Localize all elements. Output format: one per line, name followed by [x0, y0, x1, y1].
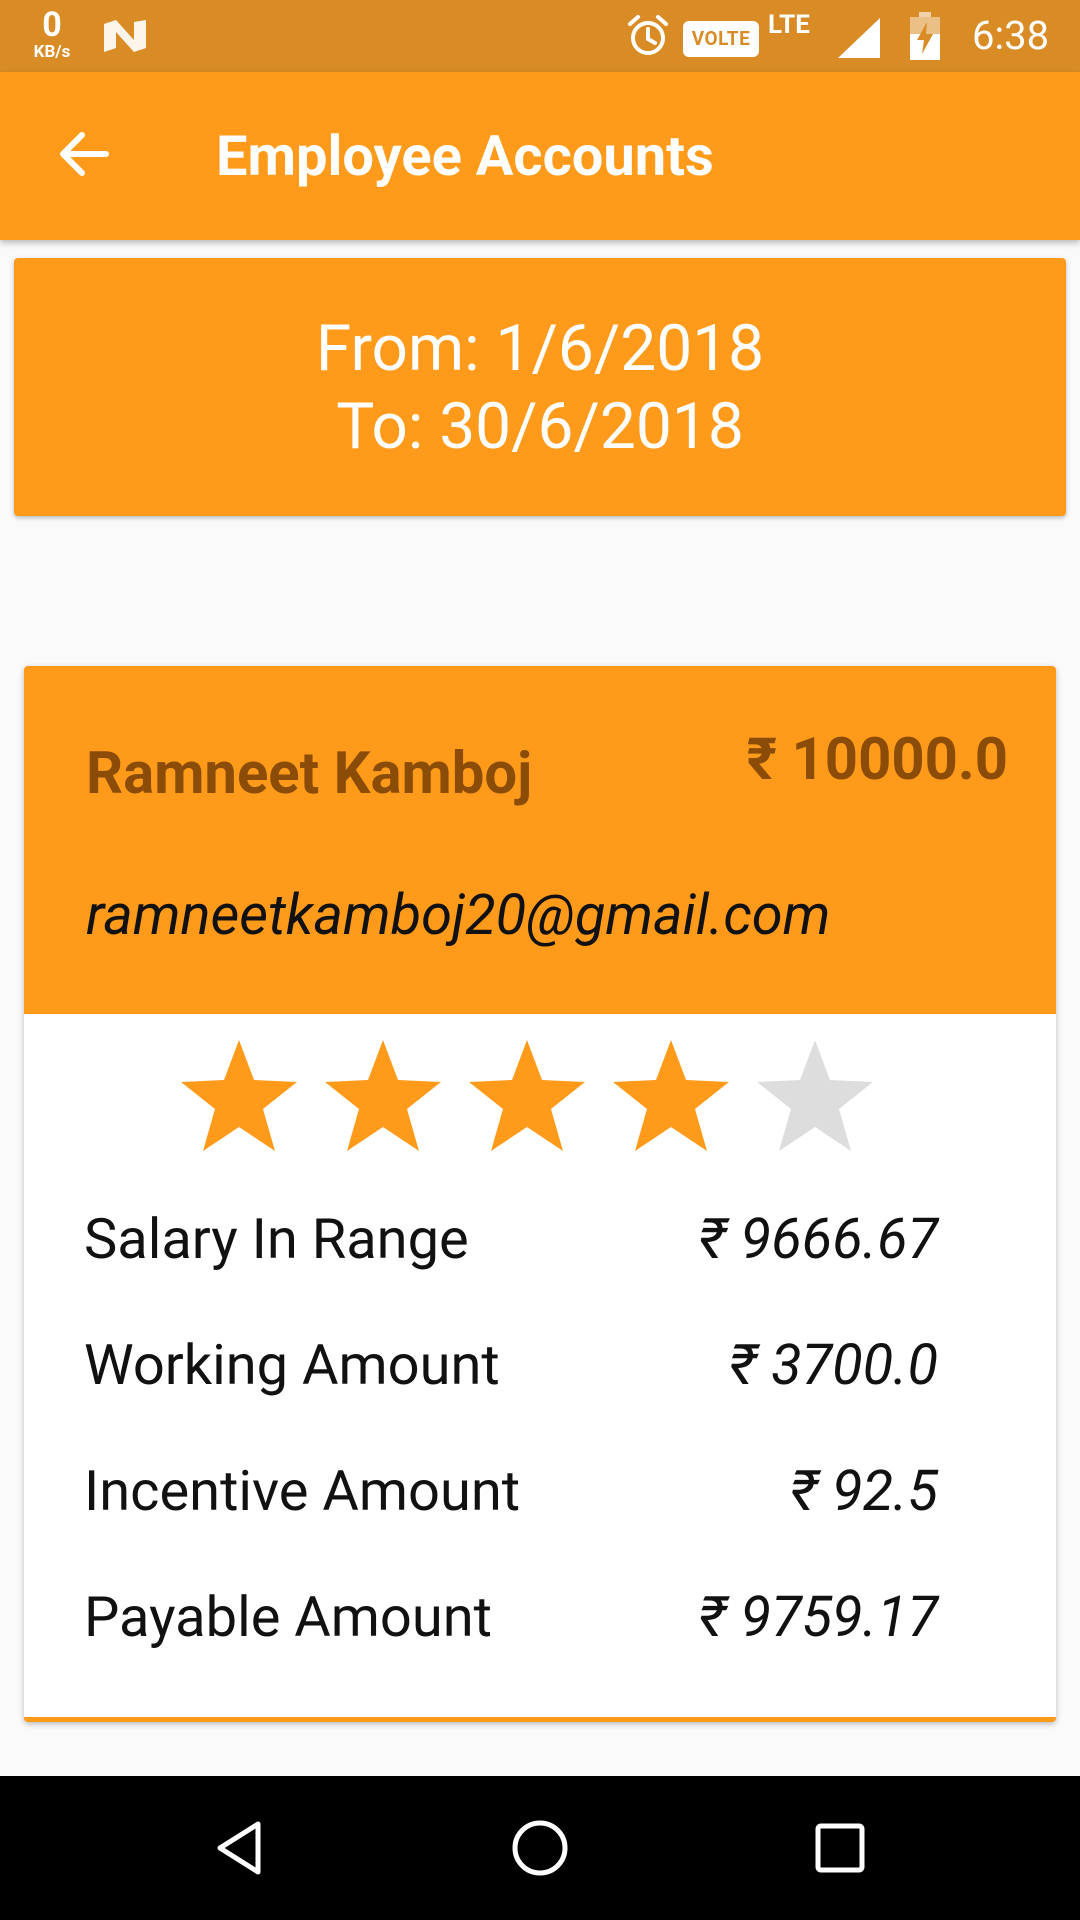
amount-label: Payable Amount — [84, 1584, 492, 1650]
android-n-icon — [104, 20, 146, 52]
amount-row-salary-in-range: Salary In Range ₹ 9666.67 — [24, 1206, 1056, 1306]
star-empty-icon[interactable] — [750, 1034, 880, 1164]
battery-charging-icon — [910, 12, 940, 60]
employee-card[interactable]: Ramneet Kamboj ₹ 10000.0 ramneetkamboj20… — [24, 666, 1056, 1722]
navigation-bar — [0, 1776, 1080, 1920]
signal-icon — [838, 18, 880, 58]
employee-salary: ₹ 10000.0 — [746, 726, 1008, 794]
amount-label: Incentive Amount — [84, 1458, 521, 1524]
amount-value: ₹ 9666.67 — [698, 1206, 938, 1272]
network-speed-value: 0 — [42, 5, 62, 45]
amount-row-working-amount: Working Amount ₹ 3700.0 — [24, 1332, 1056, 1432]
amount-value: ₹ 9759.17 — [698, 1584, 938, 1650]
amount-value: ₹ 3700.0 — [729, 1332, 938, 1398]
clock: 6:38 — [972, 12, 1050, 59]
star-filled-icon[interactable] — [606, 1034, 736, 1164]
rating-bar[interactable] — [174, 1034, 914, 1164]
star-filled-icon[interactable] — [318, 1034, 448, 1164]
amount-label: Working Amount — [84, 1332, 500, 1398]
network-speed: 0 KB/s — [28, 8, 76, 61]
amount-row-incentive-amount: Incentive Amount ₹ 92.5 — [24, 1458, 1056, 1558]
volte-badge: VOLTE — [683, 21, 759, 57]
employee-card-header: Ramneet Kamboj ₹ 10000.0 ramneetkamboj20… — [24, 666, 1056, 1014]
employee-email: ramneetkamboj20@gmail.com — [86, 882, 831, 948]
triangle-back-icon[interactable] — [208, 1816, 272, 1880]
circle-home-icon[interactable] — [508, 1816, 572, 1880]
amount-row-payable-amount: Payable Amount ₹ 9759.17 — [24, 1584, 1056, 1684]
date-from: From: 1/6/2018 — [315, 311, 765, 386]
star-filled-icon[interactable] — [174, 1034, 304, 1164]
page-title: Employee Accounts — [216, 123, 714, 189]
square-recents-icon[interactable] — [808, 1816, 872, 1880]
arrow-left-icon[interactable] — [52, 122, 116, 186]
network-type: LTE — [768, 10, 810, 40]
app-bar: Employee Accounts — [0, 72, 1080, 240]
alarm-icon — [628, 15, 668, 55]
star-filled-icon[interactable] — [462, 1034, 592, 1164]
network-speed-unit: KB/s — [33, 42, 71, 62]
amount-value: ₹ 92.5 — [790, 1458, 938, 1524]
amount-label: Salary In Range — [84, 1206, 469, 1272]
date-range-card: From: 1/6/2018 To: 30/6/2018 — [14, 258, 1066, 516]
status-bar: 0 KB/s VOLTE LTE 6:38 — [0, 0, 1080, 72]
date-to: To: 30/6/2018 — [336, 389, 744, 464]
employee-name: Ramneet Kamboj — [86, 740, 533, 808]
